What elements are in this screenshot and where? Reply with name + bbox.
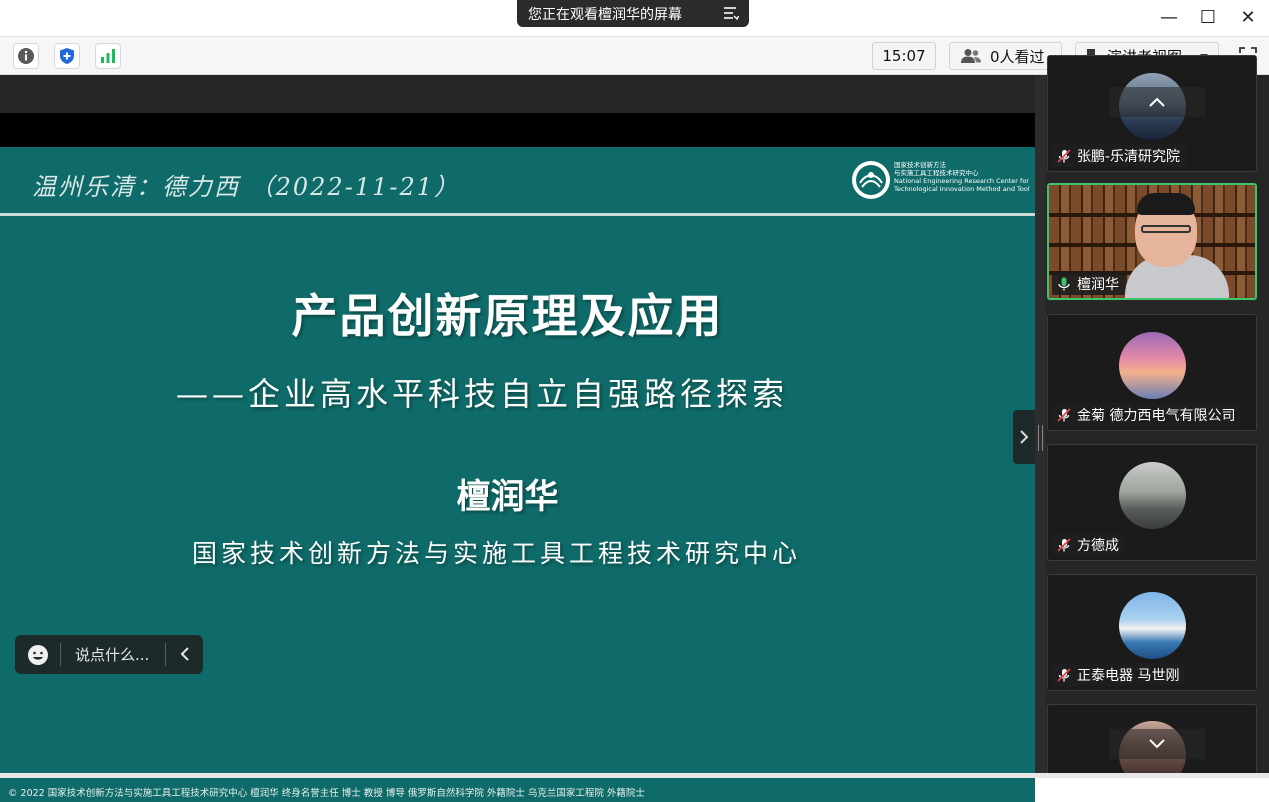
collapse-sidebar-button[interactable] [1013, 410, 1035, 464]
slide-header: 温州乐清：德力西 （2022-11-21） [32, 173, 461, 201]
emoji-icon[interactable] [27, 644, 49, 666]
scroll-up-button[interactable] [1109, 87, 1205, 117]
chevron-left-icon[interactable] [179, 647, 191, 661]
chat-separator [165, 643, 166, 666]
participant-name-tag: 正泰电器 马世刚 [1052, 663, 1186, 686]
slide-footer: © 2022 国家技术创新方法与实施工具工程技术研究中心 檀润华 终身名誉主任 … [8, 788, 645, 799]
minimize-icon: — [1160, 6, 1178, 28]
minimize-button[interactable]: — [1158, 6, 1180, 28]
close-button[interactable]: ✕ [1237, 6, 1259, 28]
slide-title: 产品创新原理及应用 [291, 289, 724, 343]
splitter-grip-icon[interactable] [1038, 425, 1043, 451]
slide-subtitle: ——企业高水平科技自立自强路径探索 [176, 375, 789, 413]
maximize-button[interactable]: ☐ [1197, 6, 1219, 28]
stage-top-bar [0, 75, 1035, 113]
participant-name: 正泰电器 马世刚 [1077, 667, 1180, 684]
logo-text: 国家技术创新方法 与实施工具工程技术研究中心 National Engineer… [894, 161, 1030, 193]
participant-name-tag: 方德成 [1052, 533, 1125, 556]
viewers-button[interactable]: 0人看过 [949, 42, 1062, 70]
participant-tile-active-speaker[interactable]: 檀润华 [1047, 183, 1257, 300]
header-divider [0, 213, 1035, 216]
signal-icon [101, 49, 115, 63]
presentation-slide: 温州乐清：德力西 （2022-11-21） 国家技术创新方法 与实施工具工程技术… [0, 147, 1035, 802]
chevron-up-icon [1149, 97, 1165, 107]
chevron-right-icon [1020, 430, 1029, 444]
menu-icon[interactable] [723, 5, 739, 21]
scroll-down-button[interactable] [1109, 729, 1205, 759]
people-icon [961, 49, 981, 63]
presenter-organization: 国家技术创新方法与实施工具工程技术研究中心 [192, 539, 802, 568]
participant-name: 檀润华 [1077, 276, 1119, 293]
timer-text: 15:07 [882, 47, 926, 65]
window-bottom-edge [0, 773, 1269, 778]
meeting-timer: 15:07 [872, 42, 936, 70]
shield-icon [60, 48, 74, 64]
logo-emblem-icon [852, 161, 890, 199]
participant-tile[interactable]: 金菊 德力西电气有限公司 [1047, 314, 1257, 431]
participant-avatar [1119, 462, 1186, 529]
info-icon [18, 48, 34, 64]
share-banner-text: 您正在观看檀润华的屏幕 [528, 6, 682, 23]
chat-separator [60, 643, 61, 666]
institution-logo: 国家技术创新方法 与实施工具工程技术研究中心 National Engineer… [852, 161, 1032, 201]
participant-tile[interactable]: 正泰电器 马世刚 [1047, 574, 1257, 691]
chat-input-bar[interactable]: 说点什么... [15, 635, 203, 674]
network-quality-button[interactable] [95, 43, 121, 69]
security-button[interactable] [54, 43, 80, 69]
participant-name: 方德成 [1077, 537, 1119, 554]
mic-muted-icon [1057, 407, 1071, 422]
participant-name-tag: 张鹏-乐清研究院 [1052, 144, 1187, 167]
participant-tile[interactable]: 方德成 [1047, 444, 1257, 561]
chat-placeholder[interactable]: 说点什么... [75, 644, 149, 665]
mic-muted-icon [1057, 667, 1071, 682]
participant-name-tag: 檀润华 [1052, 272, 1125, 295]
mic-muted-icon [1057, 148, 1071, 163]
viewers-count: 0人看过 [990, 47, 1045, 66]
participant-avatar [1119, 592, 1186, 659]
presenter-name: 檀润华 [456, 477, 559, 517]
mic-muted-icon [1057, 537, 1071, 552]
close-icon: ✕ [1240, 6, 1256, 28]
info-button[interactable] [13, 43, 39, 69]
mic-active-icon [1058, 277, 1070, 290]
participant-name: 金菊 德力西电气有限公司 [1077, 407, 1236, 424]
maximize-icon: ☐ [1199, 6, 1217, 28]
participant-avatar [1119, 332, 1186, 399]
participant-name-tag: 金菊 德力西电气有限公司 [1052, 403, 1242, 426]
participant-name: 张鹏-乐清研究院 [1077, 148, 1181, 165]
chevron-down-icon [1149, 739, 1165, 749]
title-bar: 您正在观看檀润华的屏幕 — ☐ ✕ [0, 0, 1269, 36]
screen-share-banner[interactable]: 您正在观看檀润华的屏幕 [517, 0, 749, 27]
